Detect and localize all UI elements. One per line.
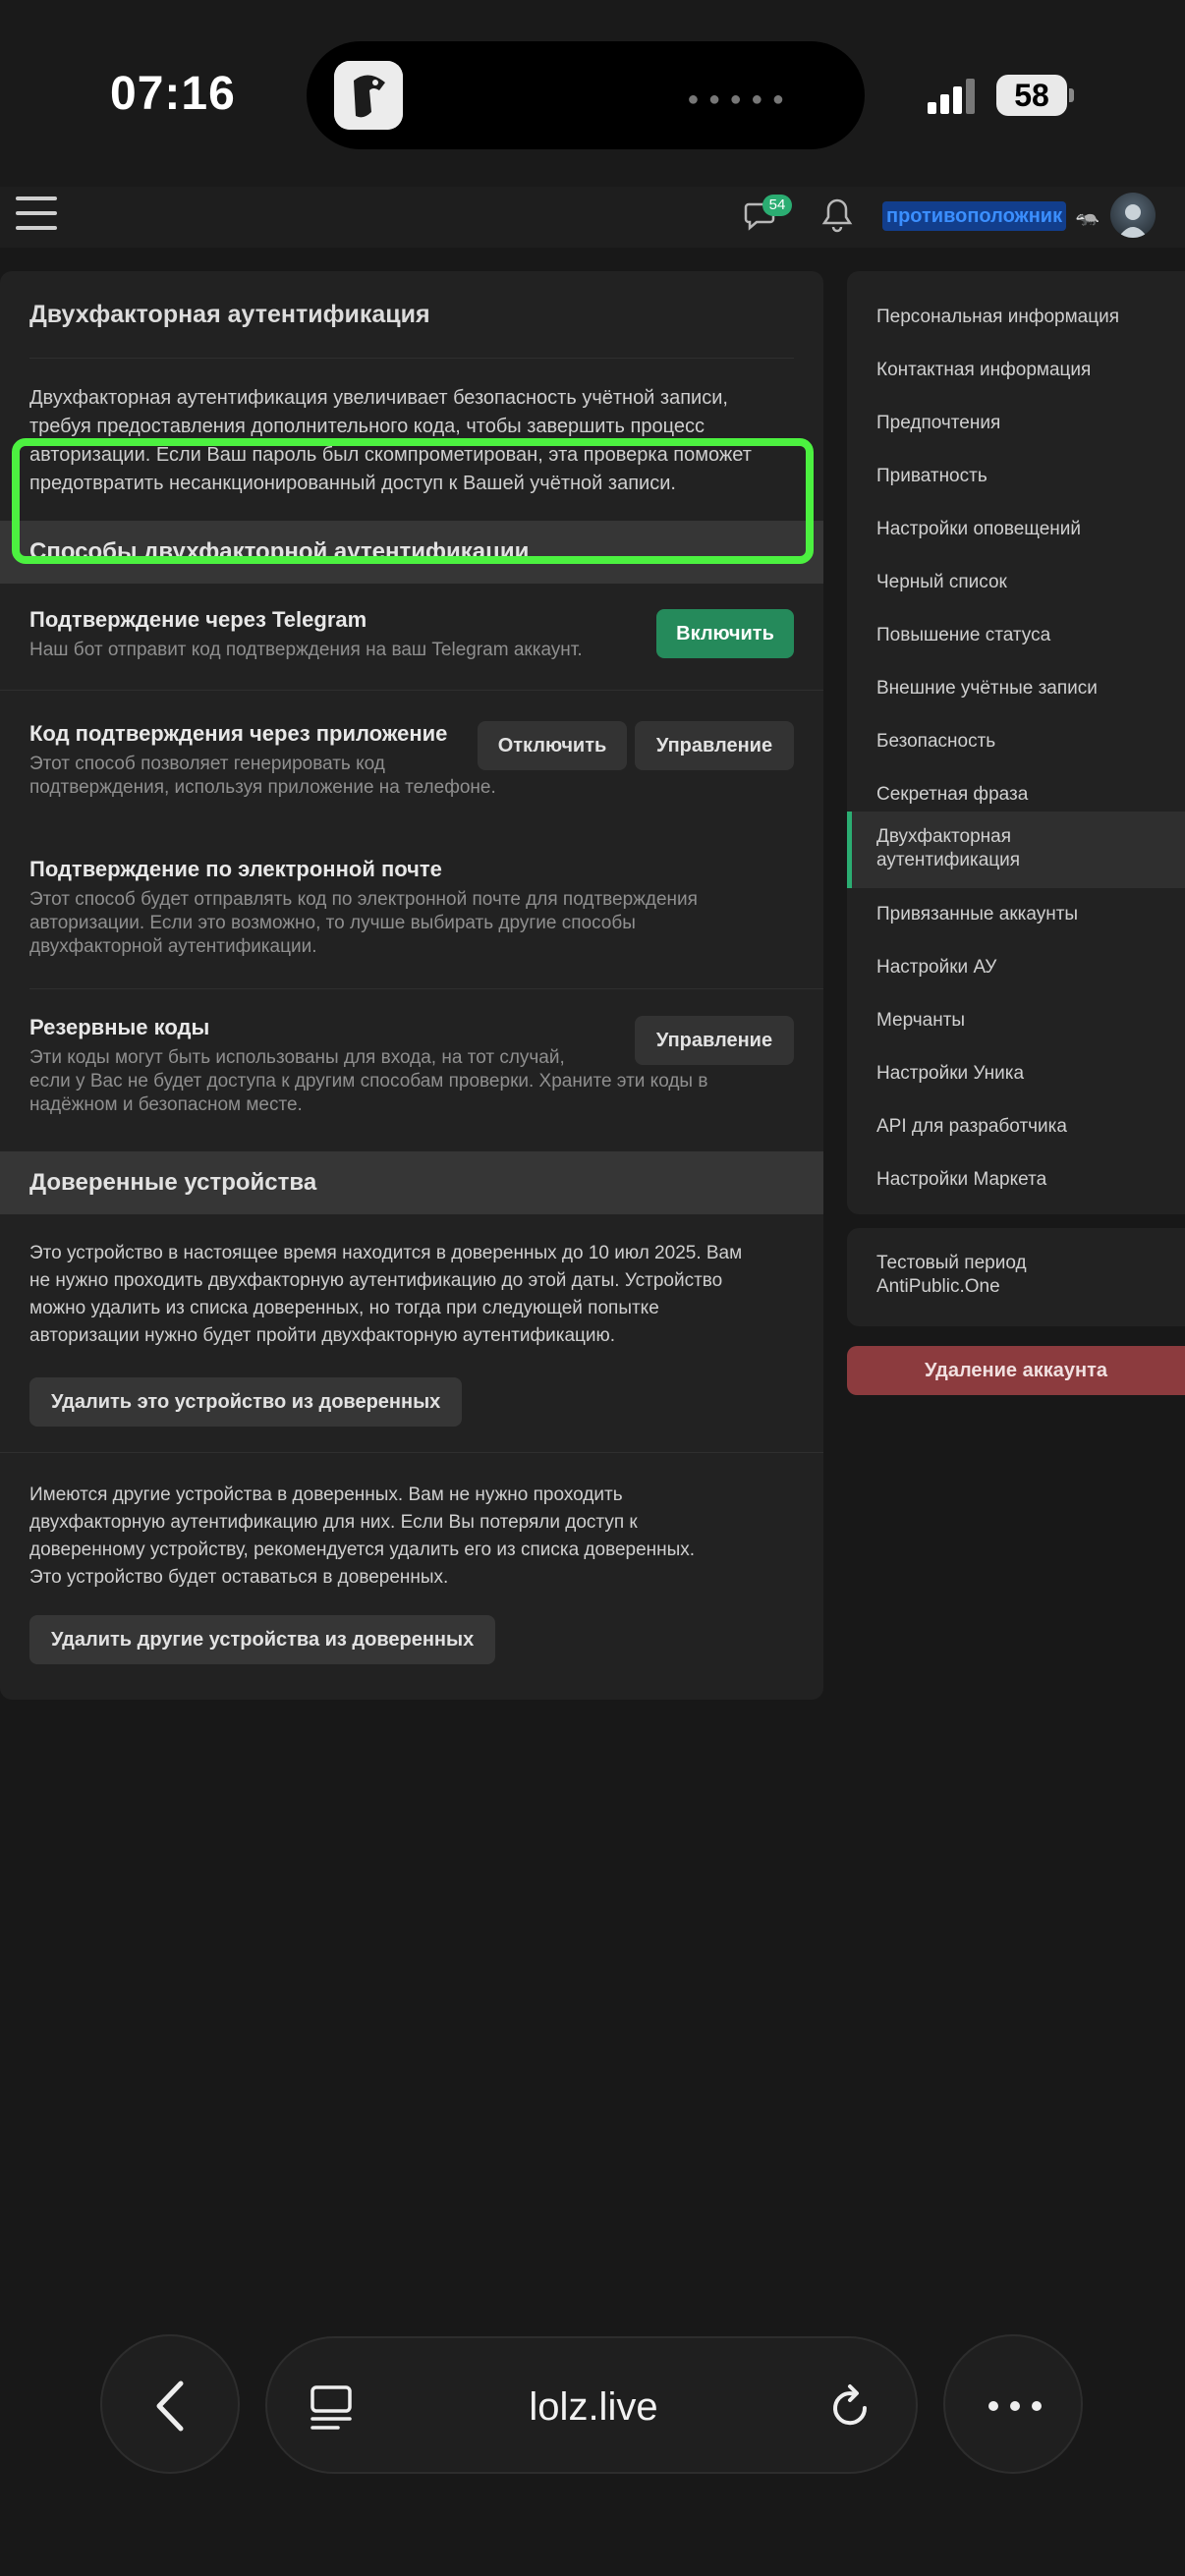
- battery-indicator: 58: [996, 75, 1067, 116]
- telegram-enable-button[interactable]: Включить: [656, 609, 794, 658]
- method-telegram-title: Подтверждение через Telegram: [29, 607, 367, 632]
- methods-section-header: Способы двухфакторной аутентификации: [0, 521, 823, 584]
- method-telegram-desc: Наш бот отправит код подтверждения на ва…: [29, 640, 583, 660]
- method-email-desc: Этот способ будет отправлять код по элек…: [29, 889, 698, 957]
- method-backup-title: Резервные коды: [29, 1015, 210, 1039]
- reload-icon[interactable]: [823, 2381, 876, 2435]
- remove-this-device-button[interactable]: Удалить это устройство из доверенных: [29, 1377, 463, 1427]
- url-text[interactable]: lolz.live: [267, 2338, 920, 2476]
- divider: [29, 988, 823, 989]
- sidebar-item-security[interactable]: Безопасность: [847, 715, 1185, 768]
- app-manage-button[interactable]: Управление: [635, 721, 794, 770]
- sidebar-item-blacklist[interactable]: Черный список: [847, 556, 1185, 609]
- sidebar-item-merchants[interactable]: Мерчанты: [847, 994, 1185, 1047]
- method-app-desc: Этот способ позволяет генерировать код по…: [29, 754, 496, 798]
- trusted-device-text: Это устройство в настоящее время находит…: [29, 1243, 743, 1346]
- live-activity-app-icon: [334, 61, 403, 130]
- more-button[interactable]: [943, 2334, 1083, 2474]
- trusted-section-header: Доверенные устройства: [0, 1151, 823, 1214]
- notifications-bell-icon[interactable]: [819, 196, 855, 234]
- intro-text: Двухфакторная аутентификация увеличивает…: [29, 387, 752, 494]
- delete-account-button[interactable]: Удаление аккаунта: [847, 1346, 1185, 1395]
- divider: [29, 358, 794, 359]
- avatar[interactable]: [1110, 193, 1156, 238]
- address-bar[interactable]: lolz.live: [265, 2336, 918, 2474]
- island-dots-icon: ● ● ● ● ●: [687, 88, 786, 110]
- other-devices-text: Имеются другие устройства в доверенных. …: [29, 1484, 696, 1588]
- sidebar-item-contacts[interactable]: Контактная информация: [847, 344, 1185, 397]
- sidebar-item-upgrade[interactable]: Повышение статуса: [847, 609, 1185, 662]
- sidebar-item-trial[interactable]: Тестовый период AntiPublic.One: [847, 1252, 1185, 1299]
- battery-nub: [1069, 88, 1074, 102]
- back-button[interactable]: [100, 2334, 240, 2474]
- username-link[interactable]: противоположник: [882, 201, 1067, 231]
- divider: [0, 690, 823, 691]
- ellipsis-icon: [988, 2401, 1042, 2411]
- sidebar-item-two-factor[interactable]: Двухфакторная аутентификация: [847, 812, 1185, 888]
- settings-sidebar: Персональная информация Контактная инфор…: [847, 271, 1185, 1214]
- sidebar-item-notifications[interactable]: Настройки оповещений: [847, 503, 1185, 556]
- cellular-signal-icon: [928, 79, 975, 114]
- method-backup-desc: Эти коды могут быть использованы для вхо…: [29, 1047, 708, 1115]
- sidebar-item-linked-accounts[interactable]: Привязанные аккаунты: [847, 888, 1185, 941]
- two-factor-panel: Двухфакторная аутентификация Двухфакторн…: [0, 271, 823, 1700]
- trial-panel: Тестовый период AntiPublic.One: [847, 1228, 1185, 1326]
- messages-count-badge: 54: [762, 195, 792, 216]
- username-emoji: 🦡: [1075, 205, 1100, 227]
- sidebar-item-unique-settings[interactable]: Настройки Уника: [847, 1047, 1185, 1100]
- divider: [0, 1452, 823, 1453]
- status-time: 07:16: [110, 68, 236, 120]
- sidebar-item-preferences[interactable]: Предпочтения: [847, 397, 1185, 450]
- sidebar-item-api[interactable]: API для разработчика: [847, 1100, 1185, 1153]
- dynamic-island: ● ● ● ● ●: [307, 41, 865, 149]
- page-title: Двухфакторная аутентификация: [29, 301, 430, 328]
- method-email-title: Подтверждение по электронной почте: [29, 857, 442, 881]
- chevron-left-icon: [156, 2380, 184, 2432]
- menu-hamburger-icon[interactable]: [16, 196, 57, 232]
- sidebar-item-personal[interactable]: Персональная информация: [847, 291, 1185, 344]
- sidebar-item-au-settings[interactable]: Настройки АУ: [847, 941, 1185, 994]
- sidebar-item-external-accounts[interactable]: Внешние учётные записи: [847, 662, 1185, 715]
- remove-other-devices-button[interactable]: Удалить другие устройства из доверенных: [29, 1615, 496, 1664]
- sidebar-item-market-settings[interactable]: Настройки Маркета: [847, 1153, 1185, 1206]
- sidebar-item-privacy[interactable]: Приватность: [847, 450, 1185, 503]
- backup-manage-button[interactable]: Управление: [635, 1016, 794, 1065]
- app-disable-button[interactable]: Отключить: [478, 721, 627, 770]
- method-app-title: Код подтверждения через приложение: [29, 721, 448, 746]
